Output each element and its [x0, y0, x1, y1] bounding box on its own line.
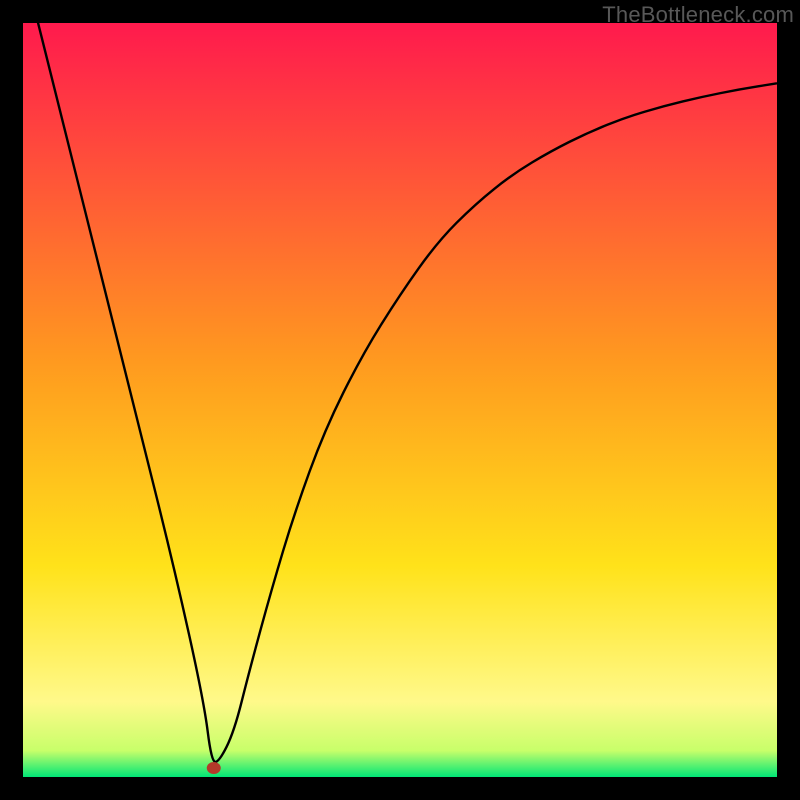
chart-frame	[23, 23, 777, 777]
bottleneck-chart	[23, 23, 777, 777]
watermark-text: TheBottleneck.com	[602, 2, 794, 28]
minimum-marker	[207, 762, 221, 774]
gradient-background	[23, 23, 777, 777]
